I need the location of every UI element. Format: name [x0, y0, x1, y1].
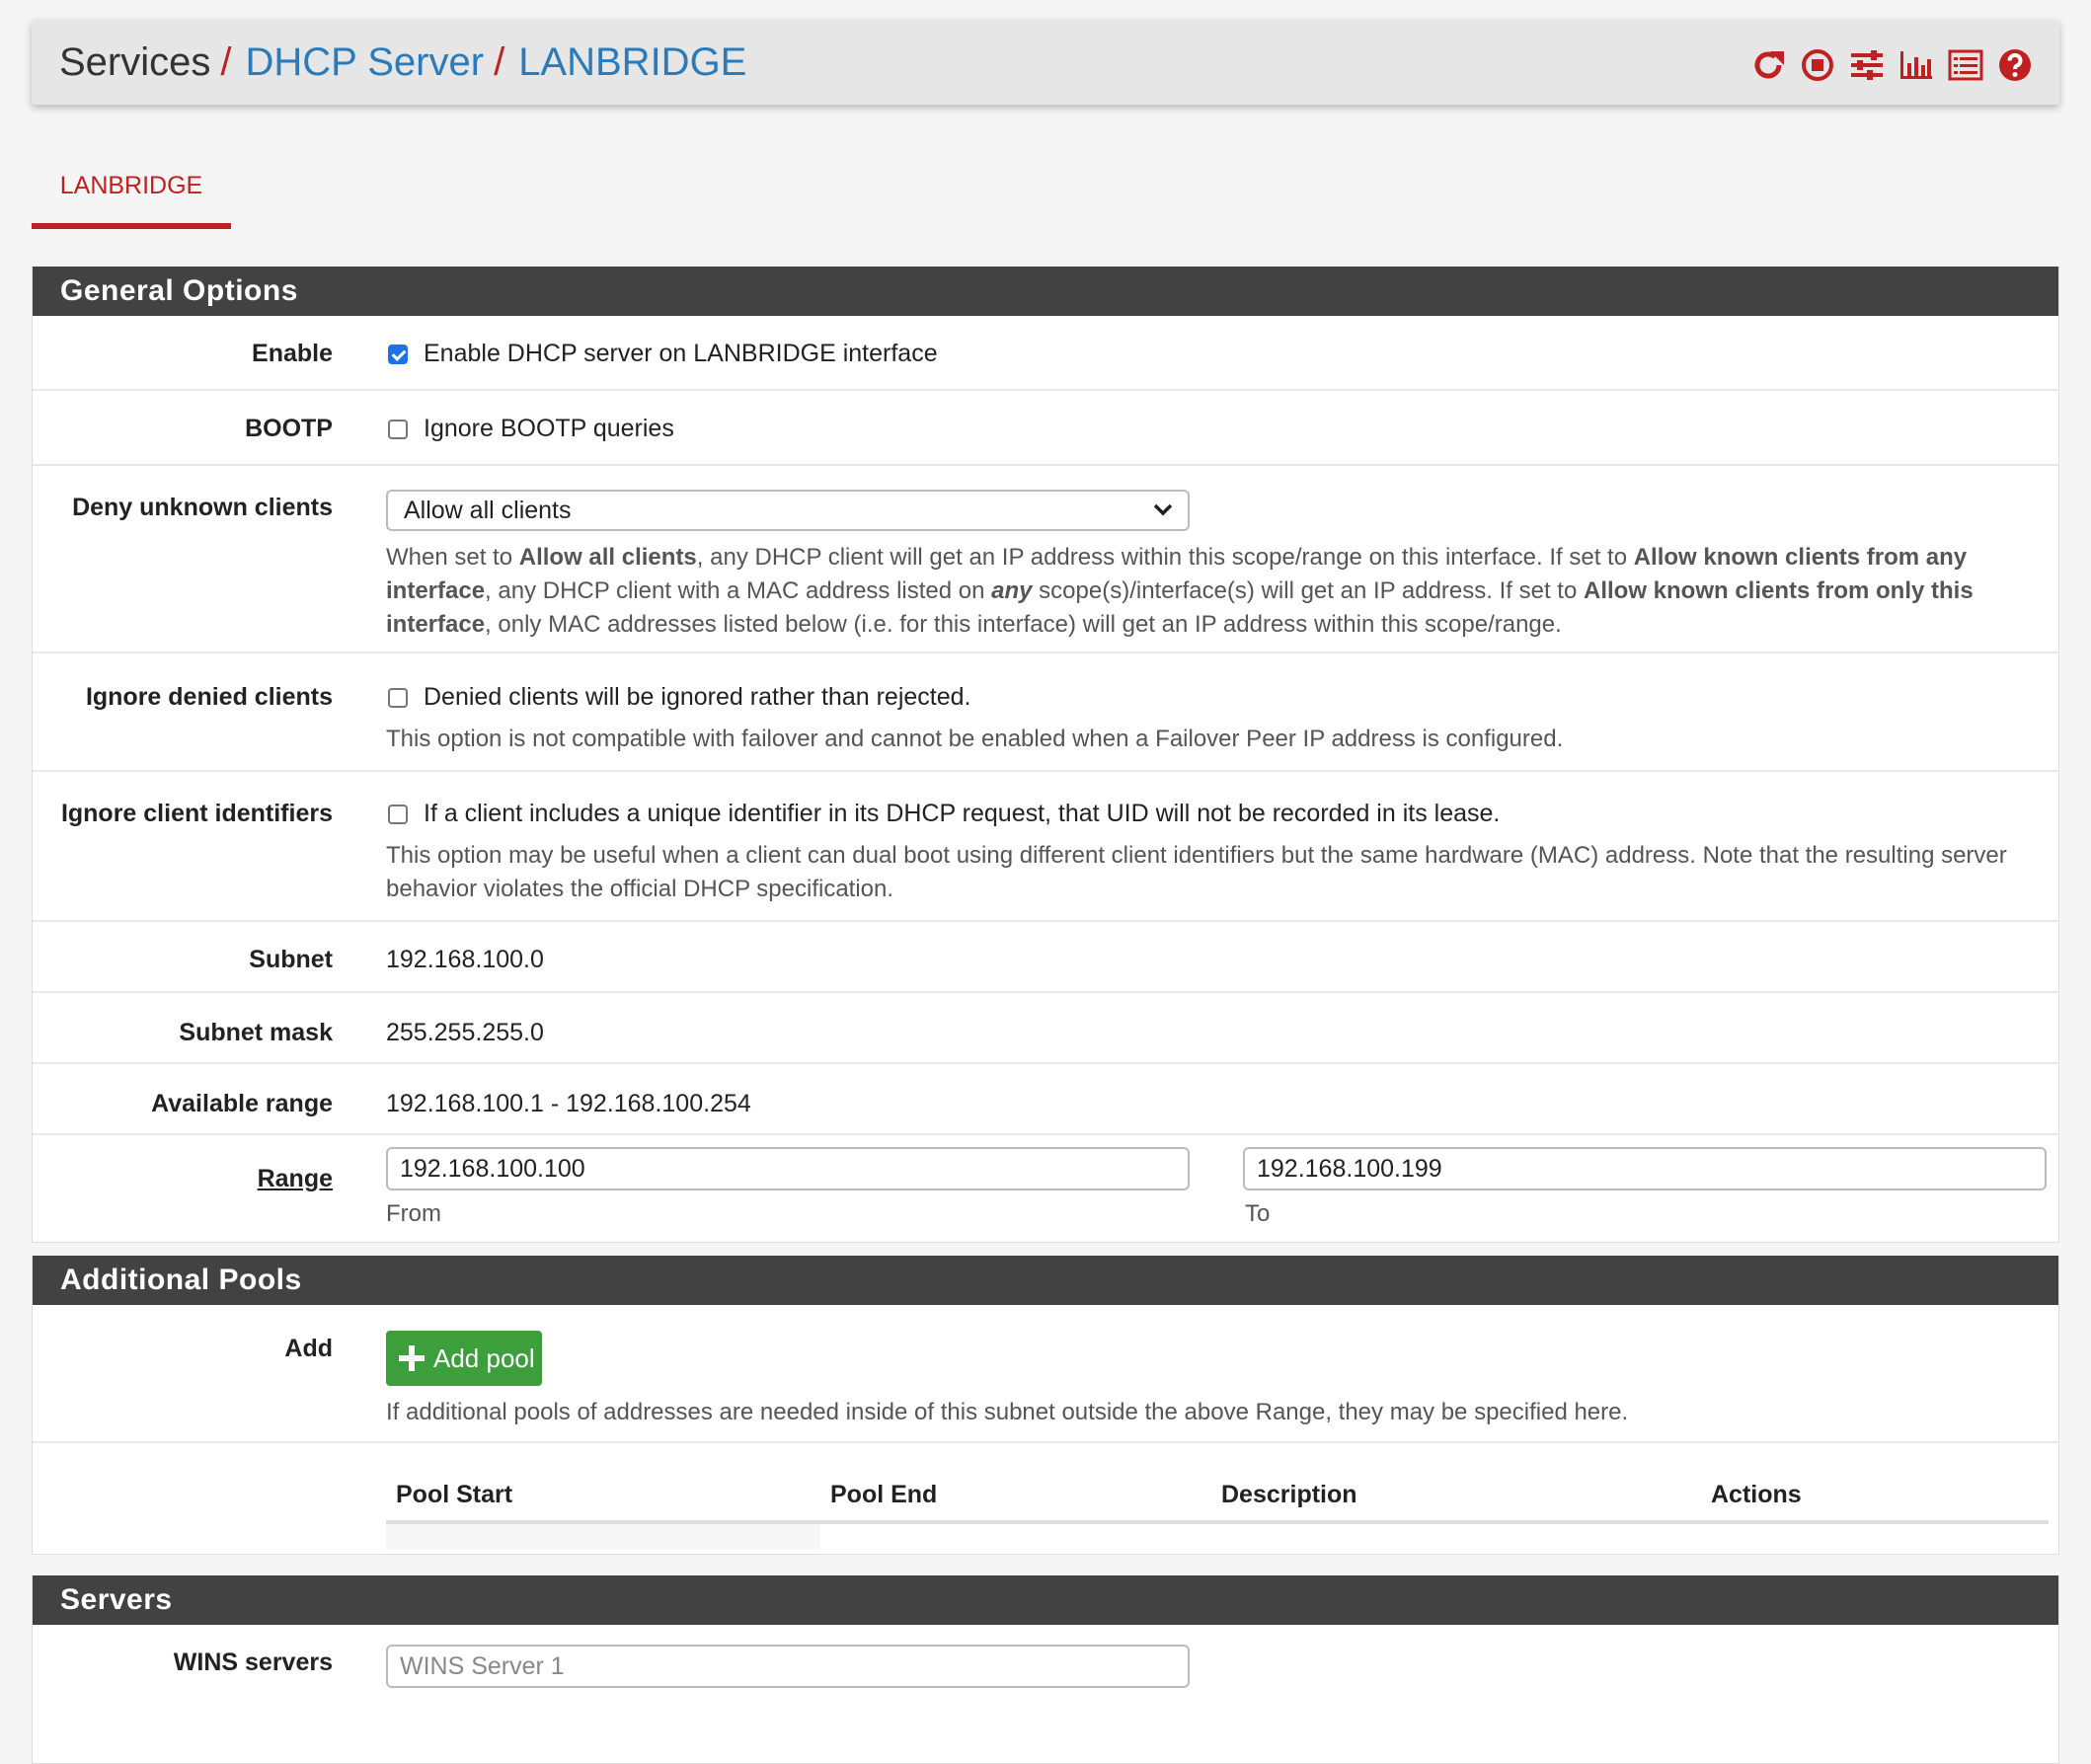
- label-bootp: BOOTP: [245, 415, 333, 442]
- panel-heading-general: General Options: [33, 267, 2058, 316]
- column-header-description: Description: [1221, 1481, 1357, 1508]
- breadcrumb: Services / DHCP Server / LANBRIDGE: [59, 39, 746, 85]
- servers-panel: Servers WINS servers WINS Server 1: [32, 1575, 2059, 1764]
- deny-unknown-select[interactable]: Allow all clients: [386, 490, 1190, 531]
- row-ignore-denied: Ignore denied clients Denied clients wil…: [33, 653, 2058, 772]
- ignore-denied-checkbox[interactable]: [388, 688, 408, 708]
- chevron-down-icon: [1153, 503, 1173, 516]
- column-header-pool-start: Pool Start: [396, 1481, 513, 1508]
- label-add: Add: [284, 1335, 333, 1362]
- breadcrumb-services: Services: [59, 40, 211, 84]
- row-available-range: Available range 192.168.100.1 - 192.168.…: [33, 1064, 2058, 1135]
- row-wins-servers: WINS servers WINS Server 1: [33, 1625, 2058, 1763]
- row-subnet-mask: Subnet mask 255.255.255.0: [33, 993, 2058, 1064]
- row-bootp: BOOTP Ignore BOOTP queries: [33, 391, 2058, 466]
- label-range[interactable]: Range: [33, 1165, 333, 1193]
- page-header: Services / DHCP Server / LANBRIDGE: [32, 20, 2059, 105]
- range-to-label: To: [1245, 1200, 1271, 1227]
- ignore-bootp-text: Ignore BOOTP queries: [424, 415, 674, 442]
- add-pool-button[interactable]: Add pool: [386, 1331, 542, 1386]
- ignore-denied-text: Denied clients will be ignored rather th…: [424, 683, 971, 711]
- ignore-client-ids-text: If a client includes a unique identifier…: [424, 800, 1501, 827]
- label-wins-servers: WINS servers: [173, 1649, 333, 1676]
- sliders-icon[interactable]: [1846, 45, 1888, 85]
- subnet-value: 192.168.100.0: [386, 946, 544, 973]
- label-deny-unknown: Deny unknown clients: [72, 494, 333, 521]
- tab-lanbridge[interactable]: LANBRIDGE: [32, 148, 231, 229]
- ignore-denied-help: This option is not compatible with failo…: [386, 726, 1564, 752]
- row-range: Range 192.168.100.100 192.168.100.199 Fr…: [33, 1135, 2058, 1242]
- enable-checkbox-text: Enable DHCP server on LANBRIDGE interfac…: [424, 340, 938, 367]
- empty-table-row: [386, 1524, 820, 1550]
- label-enable: Enable: [252, 340, 333, 367]
- ignore-client-ids-checkbox[interactable]: [388, 805, 408, 824]
- breadcrumb-dhcp-server-link[interactable]: DHCP Server: [246, 40, 485, 84]
- available-range-value: 192.168.100.1 - 192.168.100.254: [386, 1090, 751, 1117]
- log-list-icon[interactable]: [1945, 45, 1986, 85]
- row-ignore-client-ids: Ignore client identifiers If a client in…: [33, 772, 2058, 922]
- pools-table: Pool Start Pool End Description Actions: [33, 1443, 2058, 1554]
- help-icon[interactable]: [1994, 45, 2036, 85]
- breadcrumb-separator: /: [494, 40, 505, 84]
- plus-icon: [399, 1345, 425, 1371]
- panel-heading-servers: Servers: [33, 1575, 2058, 1625]
- subnet-mask-value: 255.255.255.0: [386, 1019, 544, 1046]
- panel-heading-pools: Additional Pools: [33, 1256, 2058, 1305]
- deny-unknown-help: When set to Allow all clients, any DHCP …: [386, 544, 1974, 638]
- row-add-pool: Add Add pool If additional pools of addr…: [33, 1305, 2058, 1443]
- stop-icon[interactable]: [1797, 45, 1838, 85]
- wins-server-1-input[interactable]: WINS Server 1: [386, 1645, 1190, 1688]
- range-from-input[interactable]: 192.168.100.100: [386, 1147, 1190, 1190]
- label-subnet-mask: Subnet mask: [179, 1019, 333, 1046]
- restart-icon[interactable]: [1747, 45, 1789, 85]
- general-options-panel: General Options Enable Enable DHCP serve…: [32, 267, 2059, 1243]
- breadcrumb-separator: /: [220, 40, 232, 84]
- ignore-bootp-checkbox[interactable]: [388, 420, 408, 439]
- range-to-input[interactable]: 192.168.100.199: [1243, 1147, 2047, 1190]
- enable-checkbox[interactable]: [388, 345, 408, 364]
- row-subnet: Subnet 192.168.100.0: [33, 922, 2058, 993]
- deny-unknown-selected-value: Allow all clients: [404, 497, 572, 524]
- column-header-pool-end: Pool End: [830, 1481, 938, 1508]
- label-ignore-denied: Ignore denied clients: [85, 683, 333, 711]
- ignore-client-ids-help: This option may be useful when a client …: [386, 842, 2007, 902]
- add-pool-button-label: Add pool: [433, 1343, 535, 1373]
- range-from-label: From: [386, 1200, 441, 1227]
- row-deny-unknown: Deny unknown clients Allow all clients W…: [33, 466, 2058, 653]
- label-subnet: Subnet: [249, 946, 333, 973]
- bar-chart-icon[interactable]: [1896, 45, 1937, 85]
- label-available-range: Available range: [151, 1090, 333, 1117]
- additional-pools-panel: Additional Pools Add Add pool If additio…: [32, 1256, 2059, 1555]
- header-toolbar: [1747, 45, 2036, 85]
- label-ignore-client-ids: Ignore client identifiers: [60, 800, 333, 827]
- column-header-actions: Actions: [1711, 1481, 1802, 1508]
- row-enable: Enable Enable DHCP server on LANBRIDGE i…: [33, 316, 2058, 391]
- add-pool-help: If additional pools of addresses are nee…: [386, 1399, 1629, 1425]
- breadcrumb-lanbridge-link[interactable]: LANBRIDGE: [518, 40, 746, 84]
